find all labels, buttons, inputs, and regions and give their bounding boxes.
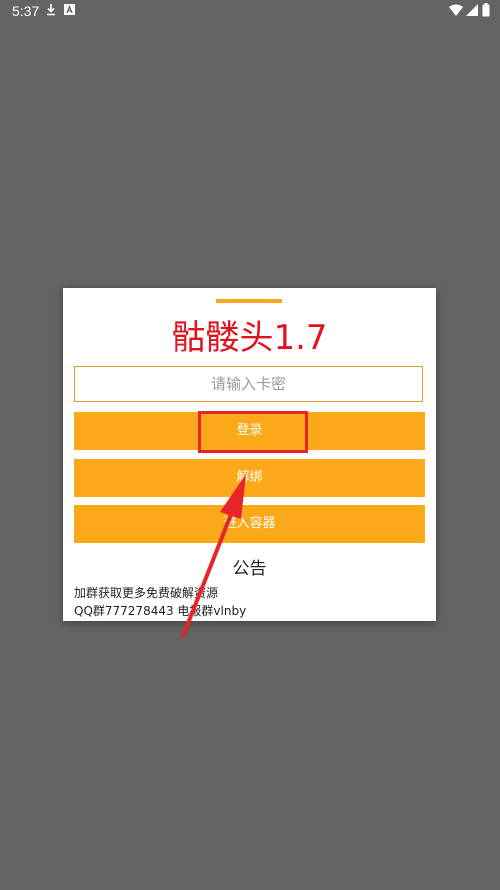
annotation-arrow-icon: [181, 474, 246, 638]
